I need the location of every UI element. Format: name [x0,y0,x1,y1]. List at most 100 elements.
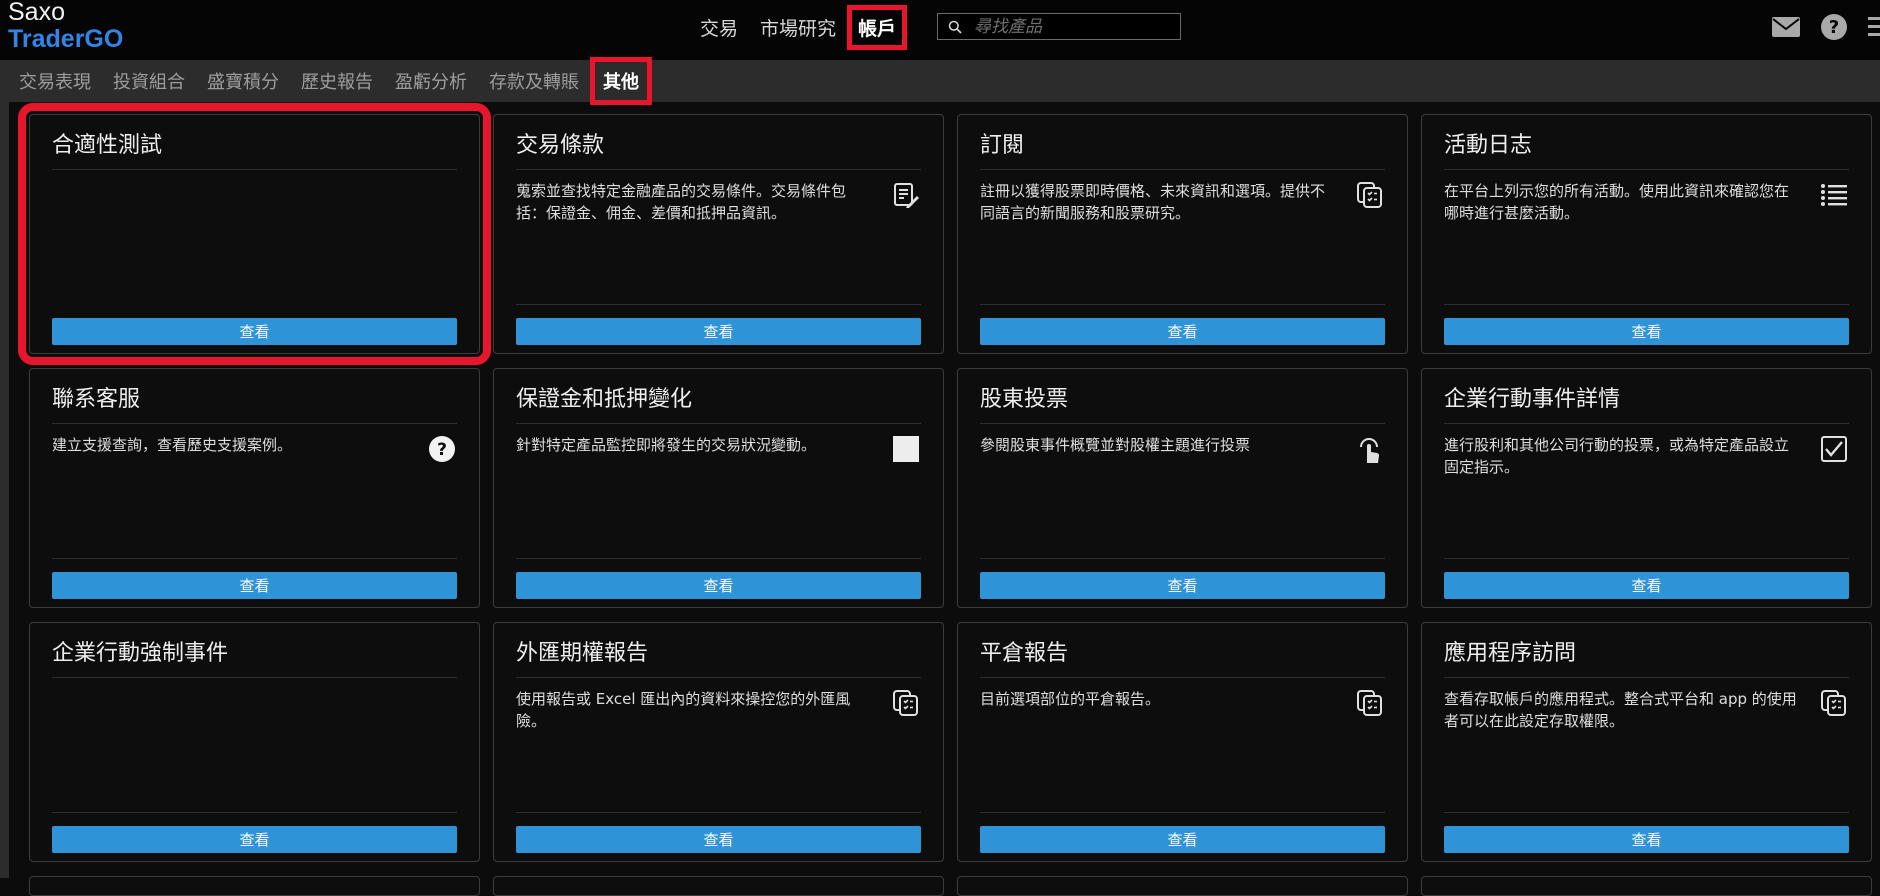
divider [1444,423,1849,424]
logo-saxo: Saxo [8,0,65,26]
report-stack-icon [1819,688,1849,718]
logo-tradergo: TraderGO [8,25,124,53]
divider [1444,677,1849,678]
mail-icon[interactable] [1772,17,1800,37]
help-icon[interactable]: ? [1820,13,1848,41]
card-closed-positions-report: 平倉報告 目前選項部位的平倉報告。 查看 [957,622,1408,862]
tab-historic-reports[interactable]: 歷史報告 [301,68,373,94]
card-partial [957,876,1408,896]
blank-square-icon [891,434,921,464]
sub-tabs: 交易表現 投資組合 盛寶積分 歷史報告 盈虧分析 存款及轉賬 其他 [19,57,663,105]
view-button[interactable]: 查看 [980,826,1385,853]
card-description: 目前選項部位的平倉報告。 [980,690,1161,708]
divider [1444,169,1849,170]
card-margin-collateral-changes: 保證金和抵押變化 針對特定產品監控即將發生的交易狀況變動。 查看 [493,368,944,608]
logo[interactable]: Saxo TraderGO [8,0,123,52]
card-title: 訂閱 [980,133,1025,158]
tab-other[interactable]: 其他 [590,57,652,105]
tab-trading-performance[interactable]: 交易表現 [19,68,91,94]
nav-research[interactable]: 市場研究 [760,14,836,41]
card-description: 進行股利和其他公司行動的投票，或為特定產品設立固定指示。 [1444,436,1790,476]
card-subscriptions: 訂閱 註冊以獲得股票即時價格、未來資訊和選項。提供不同語言的新聞服務和股票研究。… [957,114,1408,354]
search-icon [938,20,972,34]
divider [1444,558,1849,559]
card-title: 合適性測試 [52,133,163,158]
card-description: 在平台上列示您的所有活動。使用此資訊來確認您在哪時進行甚麼活動。 [1444,182,1790,222]
view-button[interactable]: 查看 [1444,826,1849,853]
search-box[interactable] [937,13,1181,40]
checkbox-icon [1819,434,1849,464]
view-button[interactable]: 查看 [516,826,921,853]
card-title: 企業行動事件詳情 [1444,387,1621,412]
svg-text:?: ? [437,440,447,460]
divider [516,812,921,813]
view-button[interactable]: 查看 [516,318,921,345]
divider [516,423,921,424]
card-title: 企業行動強制事件 [52,641,229,666]
card-title: 平倉報告 [980,641,1069,666]
view-button[interactable]: 查看 [1444,572,1849,599]
card-partial [493,876,944,896]
menu-icon[interactable] [1868,16,1880,38]
divider [516,558,921,559]
view-button[interactable]: 查看 [980,318,1385,345]
divider [980,558,1385,559]
left-rail [0,102,9,878]
divider [52,677,457,678]
card-title: 活動日志 [1444,133,1533,158]
view-button[interactable]: 查看 [516,572,921,599]
card-title: 應用程序訪問 [1444,641,1577,666]
divider [516,304,921,305]
view-button[interactable]: 查看 [52,572,457,599]
tab-saxo-points[interactable]: 盛寶積分 [207,68,279,94]
divider [980,677,1385,678]
nav-account[interactable]: 帳戶 [847,4,908,50]
divider [52,812,457,813]
card-mandatory-corporate-actions: 企業行動強制事件 查看 [29,622,480,862]
card-app-access: 應用程序訪問 查看存取帳戶的應用程式。整合式平台和 app 的使用者可以在此設定… [1421,622,1872,862]
sub-tab-bar: 交易表現 投資組合 盛寶積分 歷史報告 盈虧分析 存款及轉賬 其他 [0,57,1880,105]
divider [980,304,1385,305]
card-partial [29,876,480,896]
card-shareholder-voting: 股東投票 參閱股東事件概覽並對股權主題進行投票 查看 [957,368,1408,608]
divider [516,677,921,678]
card-fx-options-report: 外匯期權報告 使用報告或 Excel 匯出內的資料來操控您的外匯風險。 查看 [493,622,944,862]
card-title: 股東投票 [980,387,1069,412]
question-circle-icon: ? [427,434,457,464]
tab-deposits-transfers[interactable]: 存款及轉賬 [489,68,579,94]
view-button[interactable]: 查看 [980,572,1385,599]
svg-text:?: ? [1829,17,1839,38]
view-button[interactable]: 查看 [52,826,457,853]
divider [1444,304,1849,305]
tab-pnl-analysis[interactable]: 盈虧分析 [395,68,467,94]
divider [980,812,1385,813]
card-title: 交易條款 [516,133,605,158]
main-nav: 交易 市場研究 帳戶 [700,0,922,54]
report-stack-icon [891,688,921,718]
tab-portfolio[interactable]: 投資組合 [113,68,185,94]
card-description: 註冊以獲得股票即時價格、未來資訊和選項。提供不同語言的新聞服務和股票研究。 [980,182,1326,222]
divider [980,423,1385,424]
card-description: 針對特定產品監控即將發生的交易狀況變動。 [516,436,817,454]
divider [52,169,457,170]
list-icon [1819,180,1849,210]
card-title: 外匯期權報告 [516,641,649,666]
nav-trade[interactable]: 交易 [700,14,738,41]
card-description: 建立支援查詢，查看歷史支援案例。 [52,436,293,454]
card-title: 保證金和抵押變化 [516,387,693,412]
search-input[interactable] [972,15,1176,38]
card-title: 聯系客服 [52,387,141,412]
card-description: 蒐索並查找特定金融產品的交易條件。交易條件包括：保證金、佣金、差價和抵押品資訊。 [516,182,847,222]
card-description: 使用報告或 Excel 匯出內的資料來操控您的外匯風險。 [516,690,851,730]
top-icons: ? [1752,12,1880,42]
card-corporate-action-details: 企業行動事件詳情 進行股利和其他公司行動的投票，或為特定產品設立固定指示。 查看 [1421,368,1872,608]
divider [980,169,1385,170]
report-stack-icon [1355,180,1385,210]
card-activity-log: 活動日志 在平台上列示您的所有活動。使用此資訊來確認您在哪時進行甚麼活動。 查看 [1421,114,1872,354]
view-button[interactable]: 查看 [52,318,457,345]
card-contact-support: 聯系客服 建立支援查詢，查看歷史支援案例。 ? 查看 [29,368,480,608]
card-description: 參閱股東事件概覽並對股權主題進行投票 [980,436,1251,454]
divider [516,169,921,170]
divider [52,423,457,424]
view-button[interactable]: 查看 [1444,318,1849,345]
